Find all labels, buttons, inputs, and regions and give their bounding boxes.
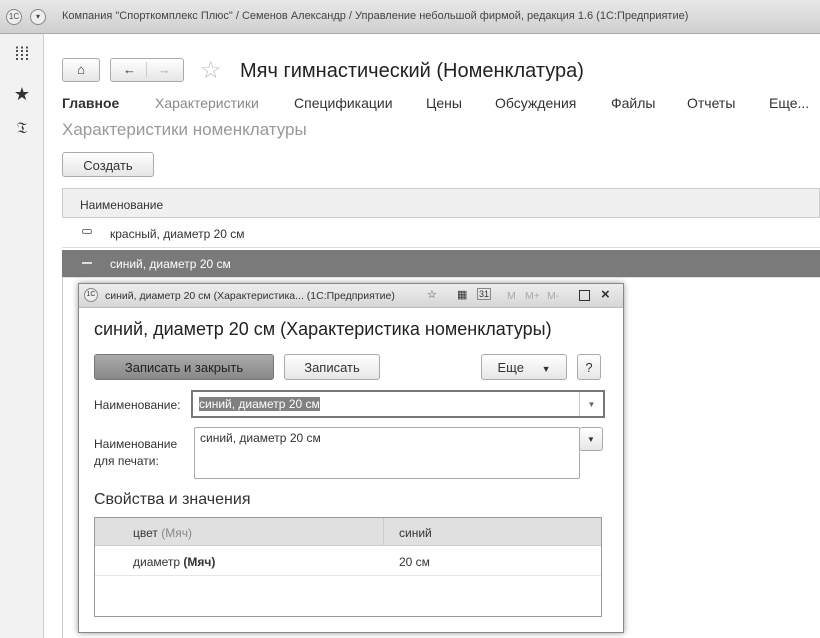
print-name-label-1: Наименование xyxy=(94,437,178,451)
properties-table: цвет (Мяч) синий диаметр (Мяч) 20 см xyxy=(94,517,602,617)
memory-m-button[interactable]: M xyxy=(507,290,516,302)
tab-discussions[interactable]: Обсуждения xyxy=(495,95,576,111)
print-dropdown-icon[interactable]: ▼ xyxy=(579,427,603,451)
memory-minus-button[interactable]: M- xyxy=(547,290,559,302)
window-titlebar: 1С ▾ Компания "Спорткомплекс Плюс" / Сем… xyxy=(0,0,820,34)
1c-logo-icon: 1С xyxy=(6,9,22,25)
tab-main[interactable]: Главное xyxy=(62,95,119,111)
name-label: Наименование: xyxy=(94,398,181,412)
name-input[interactable]: синий, диаметр 20 см ▼ xyxy=(191,390,605,418)
row-name: красный, диаметр 20 см xyxy=(110,227,245,241)
create-button[interactable]: Создать xyxy=(62,152,154,177)
print-name-label-2: для печати: xyxy=(94,454,159,468)
list-header[interactable]: Наименование xyxy=(62,188,820,218)
name-value: синий, диаметр 20 см xyxy=(199,397,320,411)
section-title: Характеристики номенклатуры xyxy=(62,120,307,139)
history-scroll-icon[interactable]: 𝔗 xyxy=(0,120,44,138)
apps-grid-icon[interactable]: ⁞⁞⁞ xyxy=(0,44,44,65)
maximize-icon[interactable] xyxy=(579,290,590,301)
home-button[interactable]: ⌂ xyxy=(62,58,100,82)
row-name: синий, диаметр 20 см xyxy=(110,257,231,271)
main-menu-icon[interactable]: ▾ xyxy=(30,9,46,25)
tab-reports[interactable]: Отчеты xyxy=(687,95,735,111)
list-row[interactable]: красный, диаметр 20 см xyxy=(62,220,820,248)
favorite-star-icon[interactable]: ☆ xyxy=(200,56,222,85)
more-button[interactable]: Еще ▼ xyxy=(481,354,567,380)
close-icon[interactable]: × xyxy=(601,286,610,303)
forward-arrow-icon[interactable]: → xyxy=(147,62,181,77)
list-row-selected[interactable]: синий, диаметр 20 см xyxy=(62,250,820,278)
item-icon xyxy=(82,262,92,264)
tab-specifications[interactable]: Спецификации xyxy=(294,95,393,111)
help-button[interactable]: ? xyxy=(577,354,601,380)
back-arrow-icon[interactable]: ← xyxy=(113,62,147,77)
item-icon xyxy=(82,229,92,234)
dialog-title: синий, диаметр 20 см (Характеристика ном… xyxy=(94,319,552,339)
home-icon: ⌂ xyxy=(77,62,85,77)
save-button[interactable]: Записать xyxy=(284,354,380,380)
calculator-icon[interactable]: ▦ xyxy=(457,288,467,301)
window-title: Компания "Спорткомплекс Плюс" / Семенов … xyxy=(62,10,689,22)
table-row[interactable]: цвет (Мяч) синий xyxy=(95,518,601,546)
dropdown-icon[interactable]: ▼ xyxy=(579,392,603,416)
prop-value: 20 см xyxy=(399,555,430,569)
dialog-window-title: синий, диаметр 20 см (Характеристика... … xyxy=(105,290,395,302)
memory-plus-button[interactable]: M+ xyxy=(525,290,540,302)
dialog-titlebar: 1С синий, диаметр 20 см (Характеристика.… xyxy=(79,284,623,308)
chevron-down-icon: ▼ xyxy=(541,364,551,374)
bookmark-icon[interactable]: ☆ xyxy=(427,288,437,301)
divider xyxy=(62,278,63,638)
nav-buttons: ← → xyxy=(110,58,184,82)
calendar-icon[interactable]: 31 xyxy=(477,288,492,300)
prop-name: цвет (Мяч) xyxy=(133,526,192,540)
tab-files[interactable]: Файлы xyxy=(611,95,655,111)
props-title: Свойства и значения xyxy=(94,491,251,508)
print-name-input[interactable]: синий, диаметр 20 см xyxy=(194,427,580,479)
column-divider xyxy=(383,518,384,546)
save-and-close-button[interactable]: Записать и закрыть xyxy=(94,354,274,380)
tab-characteristics[interactable]: Характеристики xyxy=(155,95,259,111)
tab-more[interactable]: Еще... xyxy=(769,95,809,111)
tab-prices[interactable]: Цены xyxy=(426,95,462,111)
prop-value: синий xyxy=(399,526,432,540)
characteristic-dialog: 1С синий, диаметр 20 см (Характеристика.… xyxy=(78,283,624,633)
more-label: Еще xyxy=(497,360,524,375)
sidebar: ⁞⁞⁞ ★ 𝔗 xyxy=(0,34,44,638)
prop-name: диаметр (Мяч) xyxy=(133,555,216,569)
page-title: Мяч гимнастический (Номенклатура) xyxy=(240,60,584,82)
table-row[interactable]: диаметр (Мяч) 20 см xyxy=(95,546,601,576)
1c-logo-icon: 1С xyxy=(84,288,98,302)
favorites-star-icon[interactable]: ★ xyxy=(0,84,44,105)
